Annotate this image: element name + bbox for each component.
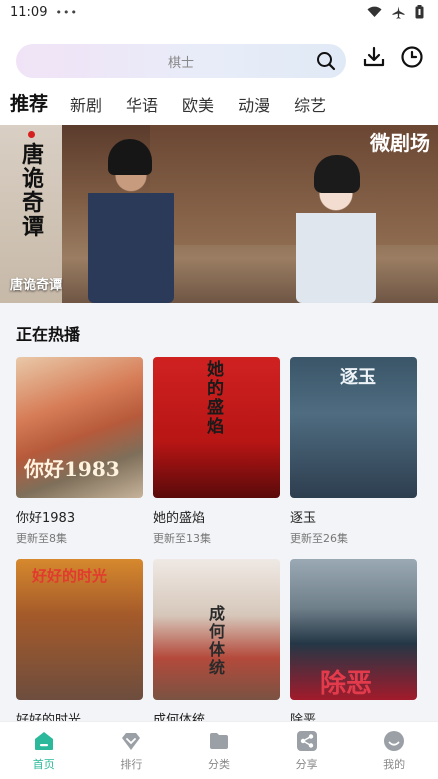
tab-chinese[interactable]: 华语 [126, 92, 158, 116]
search-bar[interactable]: 棋士 [16, 44, 346, 78]
drama-episode-status: 更新至13集 [153, 532, 211, 545]
section-title: 正在热播 [16, 325, 81, 344]
search-placeholder: 棋士 [167, 55, 194, 71]
tab-recommend[interactable]: 推荐 [10, 89, 48, 116]
nav-category[interactable]: 分类 [175, 722, 263, 779]
nav-profile[interactable]: 我的 [350, 722, 438, 779]
tab-variety[interactable]: 综艺 [294, 92, 326, 116]
battery-icon [415, 5, 424, 19]
now-playing-section: 正在热播 你好1983 你好1983 更新至8集 她的盛焰 她的盛焰 更新至13… [0, 303, 438, 721]
drama-title: 逐玉 [290, 511, 317, 526]
tab-new-series[interactable]: 新剧 [70, 92, 102, 116]
drama-poster[interactable]: 好好的时光 [16, 559, 143, 700]
history-clock-icon[interactable] [400, 45, 424, 69]
drama-card[interactable]: 好好的时光 好好的时光 [16, 559, 143, 721]
drama-title: 除恶 [290, 713, 317, 721]
drama-poster[interactable]: 你好1983 [16, 357, 143, 498]
drama-card[interactable]: 你好1983 你好1983 更新至8集 [16, 357, 143, 546]
drama-card[interactable]: 她的盛焰 她的盛焰 更新至13集 [153, 357, 280, 546]
drama-card[interactable]: 逐玉 逐玉 更新至26集 [290, 357, 417, 546]
tab-anime[interactable]: 动漫 [238, 92, 270, 116]
category-tabs: 推荐 新剧 华语 欧美 动漫 综艺 [10, 88, 430, 116]
banner-brand-logo: 微剧场 [370, 131, 430, 155]
search-row: 棋士 [16, 43, 426, 79]
status-bar: 11:09 ••• [0, 0, 438, 24]
drama-card[interactable]: 除恶 除恶 [290, 559, 417, 721]
banner-actor-male [88, 155, 174, 303]
share-icon [296, 730, 317, 751]
download-icon[interactable] [362, 45, 386, 69]
status-notification-dots: ••• [55, 5, 78, 19]
status-time: 11:09 [10, 4, 48, 20]
drama-title: 你好1983 [16, 511, 76, 526]
drama-poster[interactable]: 逐玉 [290, 357, 417, 498]
tab-western[interactable]: 欧美 [182, 92, 214, 116]
drama-poster[interactable]: 除恶 [290, 559, 417, 700]
search-icon[interactable] [316, 51, 336, 71]
nav-ranking[interactable]: 排行 [88, 722, 176, 779]
banner-actor-hair [314, 155, 360, 193]
nav-share[interactable]: 分享 [263, 722, 351, 779]
drama-episode-status: 更新至26集 [290, 532, 348, 545]
banner-caption: 唐诡奇谭 [10, 278, 63, 293]
drama-episode-status: 更新至8集 [16, 532, 67, 545]
drama-poster[interactable]: 成何体统 [153, 559, 280, 700]
folder-icon [209, 732, 228, 749]
drama-title: 成何体统 [153, 713, 206, 721]
drama-title: 好好的时光 [16, 713, 82, 721]
banner-actor-hat [108, 139, 152, 175]
drama-title: 她的盛焰 [153, 511, 206, 526]
ranking-icon [122, 732, 141, 750]
bottom-navigation: 首页 排行 分类 分享 我的 [0, 721, 438, 779]
drama-poster[interactable]: 她的盛焰 [153, 357, 280, 498]
home-icon [34, 731, 53, 750]
banner-calligraphy-title: 唐 诡 奇 谭 [22, 131, 62, 239]
nav-home[interactable]: 首页 [0, 722, 88, 779]
drama-card[interactable]: 成何体统 成何体统 [153, 559, 280, 721]
red-seal-dot [28, 131, 35, 138]
wifi-icon [367, 6, 382, 18]
airplane-mode-icon [392, 6, 405, 19]
profile-icon [384, 730, 405, 751]
featured-banner[interactable]: 唐 诡 奇 谭 微剧场 唐诡奇谭 [0, 125, 438, 303]
